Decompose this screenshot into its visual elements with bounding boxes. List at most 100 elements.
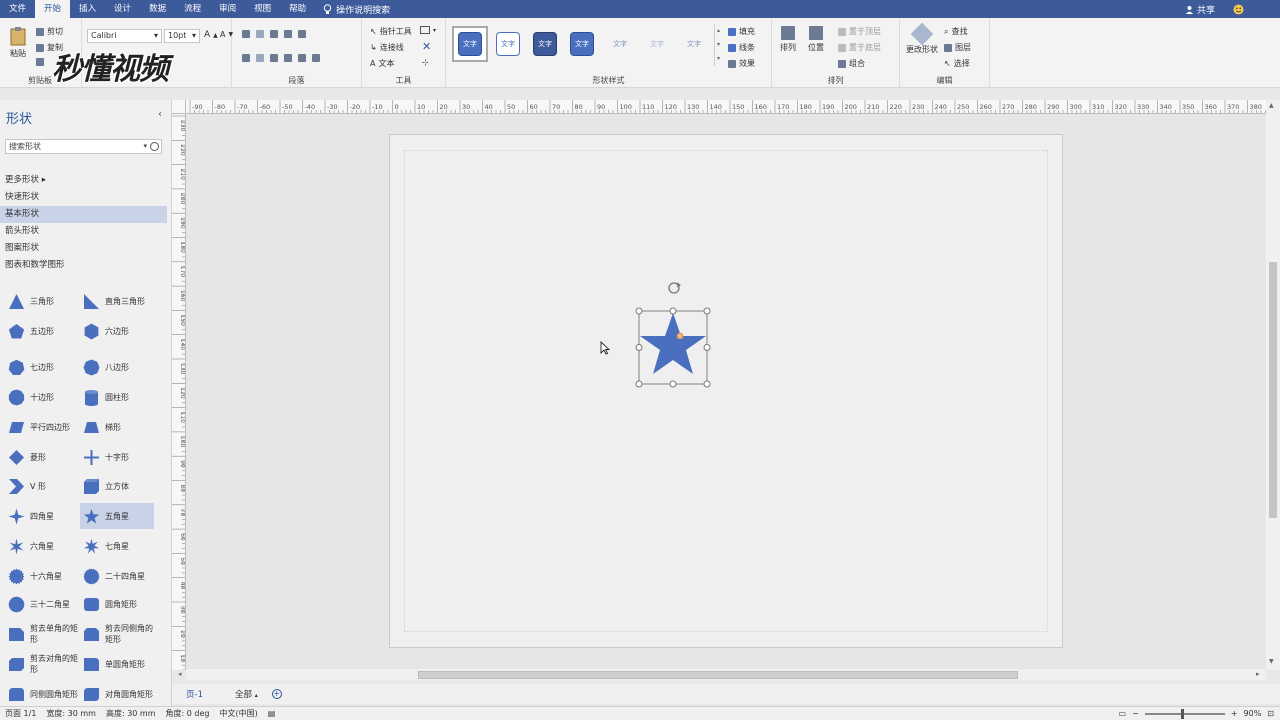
shape-search-input[interactable]: 搜索形状 ▾ [5,139,162,154]
style-swatch-6[interactable]: 文字 [645,32,669,56]
shape-item[interactable]: 梯形 [80,414,154,440]
align-top-icon[interactable] [242,30,250,38]
shape-item[interactable]: 二十四角星 [80,563,154,589]
fit-window-icon[interactable]: ⊡ [1267,709,1274,718]
find-button[interactable]: ⌕ 查找 [944,26,967,37]
horizontal-scroll-thumb[interactable] [418,671,1018,679]
shape-item[interactable]: 圆柱形 [80,384,154,410]
vertical-scrollbar[interactable]: ▲ ▼ [1266,100,1280,670]
share-button[interactable]: 共享 [1185,3,1215,16]
menu-tab[interactable]: 数据 [140,0,175,18]
bring-to-front-button[interactable]: 置于顶层 [838,26,881,37]
change-shape-button[interactable]: 更改形状 [906,22,938,55]
shape-item[interactable]: 八边形 [80,354,154,380]
macro-record-icon[interactable]: ▤ [263,709,281,718]
menu-tab[interactable]: 插入 [70,0,105,18]
menu-tab[interactable]: 开始 [35,0,71,18]
scroll-up-icon[interactable]: ▲ [1269,102,1274,109]
status-language[interactable]: 中文(中国) [214,708,262,719]
shape-category-item[interactable]: 快速形状 [0,189,167,206]
menu-tab[interactable]: 流程 [175,0,210,18]
shape-item[interactable]: 六边形 [80,318,154,344]
menu-tab[interactable]: 帮助 [280,0,315,18]
search-icon[interactable] [150,142,159,151]
scroll-right-icon[interactable]: ▸ [1256,670,1260,678]
control-handle[interactable] [676,332,684,340]
shape-item[interactable]: 对角圆角矩形 [80,681,154,706]
menu-tab[interactable]: 设计 [105,0,140,18]
shape-item[interactable]: 十六角星 [5,563,79,589]
menu-tab[interactable]: 文件 [0,0,35,18]
zoom-in-icon[interactable]: + [1231,709,1238,718]
scroll-down-icon[interactable]: ▼ [1269,658,1274,665]
style-swatch-2[interactable]: 文字 [496,32,520,56]
zoom-out-icon[interactable]: − [1132,709,1139,718]
gallery-scroll[interactable]: ▴ ▾ ▾ [714,24,722,66]
shape-item[interactable]: 十字形 [80,444,154,470]
align-right-icon[interactable] [270,54,278,62]
align-left-icon[interactable] [242,54,250,62]
shape-category-item[interactable]: 图案形状 [0,240,167,257]
select-button[interactable]: ↖ 选择 [944,58,970,69]
font-size-select[interactable]: 10pt ▾ [164,29,200,43]
align-center-icon[interactable] [256,54,264,62]
close-icon[interactable]: ✕ [422,40,431,53]
shape-category-item[interactable]: 基本形状 [0,206,167,223]
rectangle-tool-button[interactable]: ▾ [420,26,436,34]
shape-item[interactable]: 剪去同侧角的矩形 [80,621,154,647]
shape-item[interactable]: 三十二角星 [5,591,79,617]
cut-button[interactable]: 剪切 [36,26,63,37]
layers-button[interactable]: 图层 [944,42,971,53]
vertical-scroll-thumb[interactable] [1269,262,1277,518]
fit-page-icon[interactable]: ▭ [1119,709,1127,718]
shape-item[interactable]: 七边形 [5,354,79,380]
rotation-handle[interactable] [668,282,681,294]
zoom-slider[interactable] [1144,708,1225,719]
grow-font-button[interactable]: A ▲ [204,30,218,40]
text-direction-icon[interactable] [298,30,306,38]
shape-category-item[interactable]: 箭头形状 [0,223,167,240]
selected-shape-group[interactable] [626,278,726,390]
shape-item[interactable]: 菱形 [5,444,79,470]
style-swatch-4[interactable]: 文字 [570,32,594,56]
shape-item[interactable]: 十边形 [5,384,79,410]
shape-category-item[interactable]: 图表和数学图形 [0,257,167,274]
shape-item[interactable]: 直角三角形 [80,288,154,314]
shape-item[interactable]: 五角星 [80,503,154,529]
status-page[interactable]: 页面 1/1 [0,708,41,719]
effects-button[interactable]: 效果 [728,58,755,69]
collapse-pane-icon[interactable]: ‹ [158,109,162,120]
align-middle-icon[interactable] [256,30,264,38]
position-button[interactable]: 位置 [808,26,824,53]
shape-item[interactable]: 单圆角矩形 [80,651,154,677]
shape-item[interactable]: 六角星 [5,533,79,559]
chevron-down-icon[interactable]: ▾ [143,140,147,153]
style-swatch-5[interactable]: 文字 [608,32,632,56]
tab-page-1[interactable]: 页-1 [172,688,217,700]
style-swatch-7[interactable]: 文字 [682,32,706,56]
shape-item[interactable]: 同侧圆角矩形 [5,681,79,706]
shape-item[interactable]: 剪去单角的矩形 [5,621,79,647]
shape-item[interactable]: 五边形 [5,318,79,344]
shape-item[interactable]: 四角星 [5,503,79,529]
format-painter-button[interactable] [36,58,44,66]
shape-item[interactable]: V 形 [5,473,79,499]
menu-tab[interactable]: 审阅 [210,0,245,18]
shape-category-item[interactable]: 更多形状 ▸ [0,172,167,189]
style-swatch-1[interactable]: 文字 [458,32,482,56]
drawing-canvas[interactable] [186,114,1266,670]
justify-icon[interactable] [284,54,292,62]
decrease-indent-icon[interactable] [298,54,306,62]
font-name-select[interactable]: Calibri ▾ [87,29,162,43]
bullets-icon[interactable] [284,30,292,38]
zoom-level[interactable]: 90% [1244,709,1262,718]
increase-indent-icon[interactable] [312,54,320,62]
send-to-back-button[interactable]: 置于底层 [838,42,881,53]
arrange-button[interactable]: 排列 [780,26,796,53]
zoom-slider-knob[interactable] [1180,708,1184,719]
five-point-star[interactable] [640,313,706,374]
align-bottom-icon[interactable] [270,30,278,38]
style-swatch-3[interactable]: 文字 [533,32,557,56]
fill-button[interactable]: 填充 [728,26,755,37]
smiley-icon[interactable] [1233,4,1244,15]
